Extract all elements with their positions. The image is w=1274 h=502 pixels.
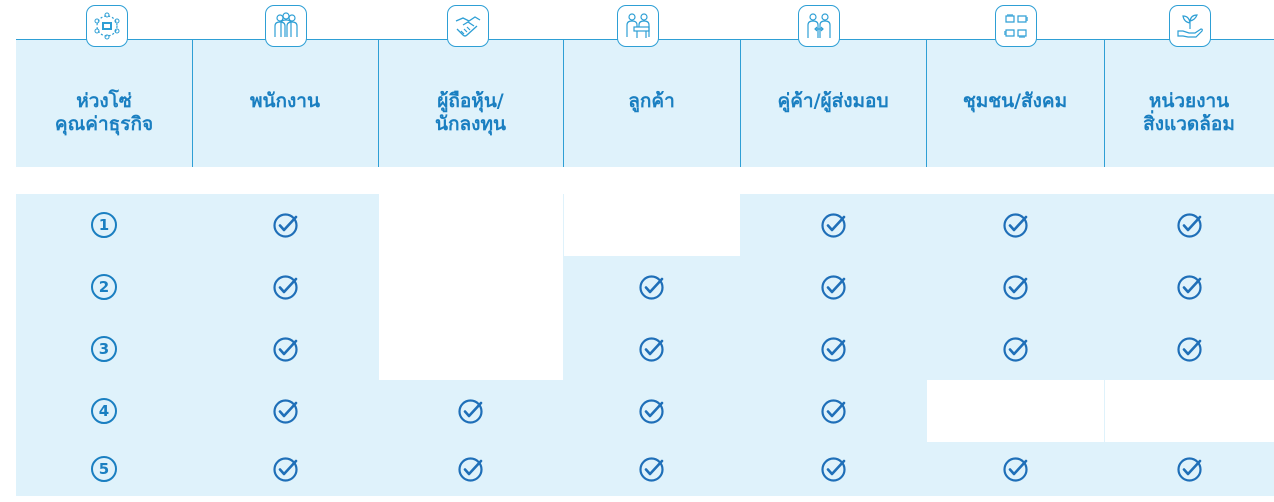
check-cell [563,256,740,318]
column-icon-box [995,5,1037,47]
column-header-text: ลูกค้า [628,90,675,112]
column-header-customers: ลูกค้า [563,84,740,168]
column-header-environment: หน่วยงาน สิ่งแวดล้อม [1104,84,1274,168]
column-header-text: ชุมชน/สังคม [962,90,1068,112]
check-cell [926,442,1104,496]
check-circle-icon [639,336,664,362]
check-circle-icon [820,274,846,300]
column-header-text: คุณค่าธุรกิจ [54,113,154,135]
check-cell [192,194,378,256]
network-nodes-icon [94,12,120,40]
empty-cell [379,194,563,256]
column-header-text: สิ่งแวดล้อม [1143,113,1235,135]
check-circle-icon [1002,212,1028,238]
column-header-text: หน่วยงาน [1148,90,1230,112]
check-cell [740,380,926,442]
check-circle-icon [1002,456,1028,482]
check-cell [563,318,740,380]
column-header-text: พนักงาน [250,90,320,112]
row-number-badge: 3 [91,336,117,362]
check-cell [740,194,926,256]
check-cell [192,318,378,380]
empty-cell [1105,380,1274,442]
column-header-text: ห่วงโซ่ [76,90,132,112]
column-icon-box [447,5,489,47]
check-circle-icon [820,336,846,362]
check-cell [740,442,926,496]
row-number-cell: 2 [16,256,192,318]
column-header-text: คู่ค้า/ผู้ส่งมอบ [777,90,889,112]
column-icon-box [1169,5,1211,47]
row-number-cell: 4 [16,380,192,442]
empty-cell [564,194,740,256]
check-cell [192,380,378,442]
column-header-partners: คู่ค้า/ผู้ส่งมอบ [740,84,926,168]
check-circle-icon [1002,274,1028,300]
check-circle-icon [820,398,846,424]
check-cell [926,256,1104,318]
check-circle-icon [458,398,483,424]
check-circle-icon [820,456,846,482]
column-header-text: ผู้ถือหุ้น/ [437,90,504,112]
row-number-cell: 1 [16,194,192,256]
empty-cell [379,318,563,380]
check-circle-icon [1176,456,1202,482]
check-circle-icon [1176,274,1202,300]
row-number-badge: 4 [91,398,117,424]
column-icon-box [86,5,128,47]
check-cell [740,318,926,380]
empty-cell [927,380,1104,442]
check-cell [563,380,740,442]
column-icon-box [265,5,307,47]
check-circle-icon [272,456,298,482]
column-header-chain: ห่วงโซ่ คุณค่าธุรกิจ [16,84,192,168]
check-cell [192,256,378,318]
check-cell [740,256,926,318]
check-cell [192,442,378,496]
service-counter-icon [626,13,650,38]
hands-together-icon [1004,14,1028,38]
check-cell [926,318,1104,380]
column-header-employees: พนักงาน [192,84,378,168]
check-circle-icon [1002,336,1028,362]
column-header-shareholders: ผู้ถือหุ้น/นักลงทุน [378,84,563,168]
check-circle-icon [272,336,298,362]
row-number-cell: 5 [16,442,192,496]
handshake-icon [455,16,481,37]
check-circle-icon [272,212,298,238]
check-cell [378,380,563,442]
check-cell [1104,256,1274,318]
check-circle-icon [639,398,664,424]
check-cell [378,442,563,496]
check-circle-icon [1176,212,1202,238]
row-number-badge: 1 [91,212,117,238]
check-cell [1104,318,1274,380]
check-cell [563,442,740,496]
check-circle-icon [1176,336,1202,362]
row-number-badge: 2 [91,274,117,300]
row-number-cell: 3 [16,318,192,380]
team-people-icon [274,12,298,37]
column-header-community: ชุมชน/สังคม [926,84,1104,168]
row-number-badge: 5 [91,456,117,482]
column-icon-box [798,5,840,47]
empty-cell [379,256,563,318]
check-circle-icon [458,456,483,482]
check-circle-icon [272,274,298,300]
check-circle-icon [272,398,298,424]
check-cell [1104,194,1274,256]
plant-in-hand-icon [1177,14,1203,38]
check-cell [1104,442,1274,496]
check-circle-icon [820,212,846,238]
check-circle-icon [639,456,664,482]
column-header-text: นักลงทุน [435,113,506,135]
check-cell [926,194,1104,256]
column-icon-box [617,5,659,47]
check-circle-icon [639,274,664,300]
exchange-people-icon [807,13,831,38]
